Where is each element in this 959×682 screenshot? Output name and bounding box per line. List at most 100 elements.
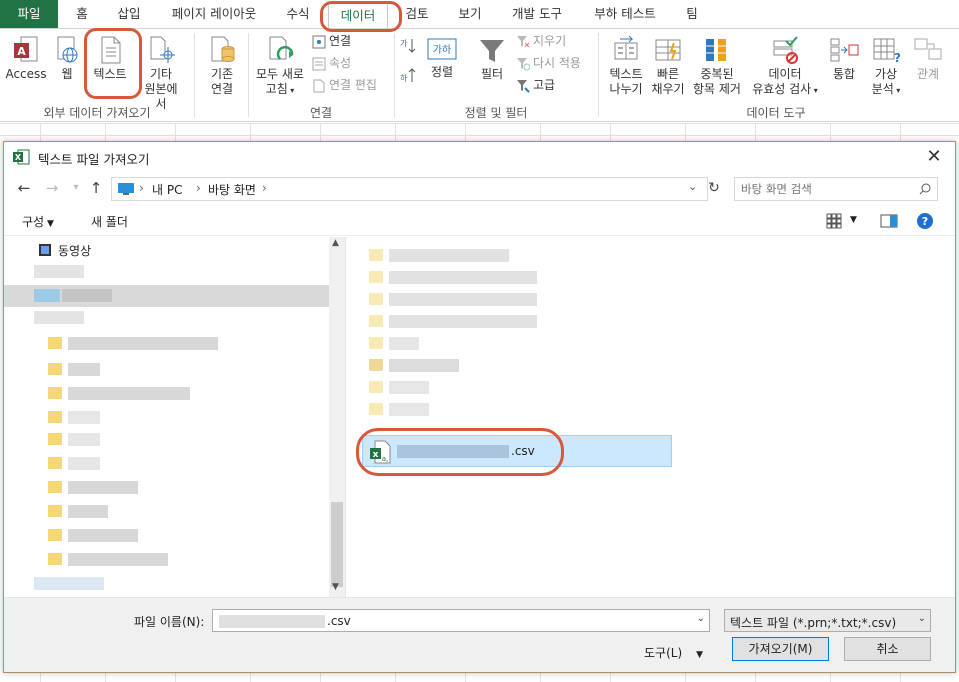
remove-duplicates-button[interactable]: 중복된 항목 제거	[690, 35, 744, 97]
scroll-down-icon[interactable]: ▼	[332, 582, 339, 592]
tab-insert[interactable]: 삽입	[108, 0, 150, 28]
back-arrow-icon[interactable]: ←	[14, 178, 34, 198]
data-validation-button[interactable]: 데이터 유효성 검사 ▾	[746, 35, 824, 98]
what-if-analysis-icon: ?	[873, 38, 901, 65]
access-button[interactable]: A Access	[4, 35, 48, 82]
dialog-title: 텍스트 파일 가져오기	[38, 152, 150, 167]
filetype-select[interactable]: 텍스트 파일 (*.prn;*.txt;*.csv) ⌄	[724, 609, 931, 632]
folder-icon	[48, 481, 62, 493]
tab-data[interactable]: 데이터	[328, 2, 388, 29]
folder-icon	[48, 337, 62, 349]
svg-text:가: 가	[400, 39, 408, 48]
web-button[interactable]: 웹	[50, 35, 84, 82]
cancel-button[interactable]: 취소	[844, 637, 931, 661]
nav-scrollbar-thumb[interactable]	[331, 502, 343, 587]
sort-desc-button[interactable]: 하	[398, 67, 418, 89]
existing-connections-icon	[211, 36, 235, 62]
navigation-pane: 동영상 ▲ ▼	[4, 237, 346, 597]
edit-links-button[interactable]: 연결 편집	[312, 75, 377, 95]
breadcrumb-my-pc[interactable]: 내 PC	[152, 181, 182, 198]
flash-fill-button[interactable]: 빠른 채우기	[648, 35, 688, 97]
group-separator	[598, 33, 599, 117]
tab-file[interactable]: 파일	[0, 0, 58, 28]
tools-button[interactable]: 도구(L) ▼	[644, 644, 703, 661]
folder-icon	[48, 363, 62, 375]
recent-dropdown-icon[interactable]: ▾	[66, 178, 86, 198]
folder-icon	[369, 359, 383, 371]
other-sources-button[interactable]: 기타 원본에서	[140, 35, 182, 112]
what-if-analysis-button[interactable]: ? 가상 분석 ▾	[866, 35, 906, 98]
filter-button[interactable]: 필터	[474, 37, 510, 82]
view-options-icon[interactable]	[826, 213, 842, 229]
text-to-columns-button[interactable]: 텍스트 나누기	[604, 35, 648, 97]
sort-button[interactable]: 가하 정렬	[424, 37, 460, 80]
blurred-item	[68, 505, 108, 518]
tab-team[interactable]: 팀	[676, 0, 708, 28]
videos-icon	[39, 244, 51, 256]
connections-button[interactable]: 연결	[312, 31, 351, 51]
tab-view[interactable]: 보기	[450, 0, 490, 28]
blurred-item	[389, 315, 537, 328]
selected-csv-file[interactable]: x a, .csv	[362, 435, 672, 467]
tab-load-test[interactable]: 부하 테스트	[585, 0, 665, 28]
folder-icon	[369, 315, 383, 327]
address-dropdown-icon[interactable]: ⌄	[688, 180, 697, 193]
group-separator	[194, 33, 195, 117]
filename-value: .csv	[327, 614, 351, 628]
consolidate-button[interactable]: 통합	[826, 35, 862, 82]
close-icon[interactable]: ✕	[923, 146, 945, 168]
reapply-button[interactable]: 다시 적용	[516, 53, 581, 73]
relationships-button[interactable]: 관계	[910, 35, 946, 82]
forward-arrow-icon[interactable]: →	[42, 178, 62, 198]
organize-button[interactable]: 구성 ▼	[22, 213, 54, 230]
preview-pane-icon[interactable]	[880, 213, 898, 229]
tab-developer[interactable]: 개발 도구	[505, 0, 569, 28]
open-button[interactable]: 가져오기(M)	[732, 637, 829, 661]
group-label-external-data: 외부 데이터 가져오기	[43, 106, 151, 120]
help-icon[interactable]: ?	[916, 212, 934, 230]
tab-review[interactable]: 검토	[398, 0, 436, 28]
folder-icon	[369, 271, 383, 283]
refresh-icon[interactable]: ↻	[704, 178, 724, 198]
from-text-button[interactable]: 텍스트	[88, 35, 132, 82]
import-text-file-dialog: X 텍스트 파일 가져오기 ✕ ← → ▾ ↑ › 내 PC › 바탕 화면 ›…	[3, 141, 956, 673]
properties-icon	[312, 57, 326, 70]
blurred-item	[68, 529, 138, 542]
search-box[interactable]	[734, 177, 938, 201]
sort-asc-button[interactable]: 가	[398, 37, 418, 59]
dialog-toolbar: 구성 ▼ 새 폴더 ▼ ?	[4, 206, 955, 236]
search-input[interactable]	[741, 181, 911, 197]
refresh-all-button[interactable]: 모두 새로 고침 ▾	[252, 35, 308, 98]
folder-icon	[369, 249, 383, 261]
relationships-icon	[914, 38, 942, 60]
csv-file-icon: x a,	[370, 440, 391, 464]
sort-asc-icon: 가	[400, 39, 416, 53]
svg-text:X: X	[15, 153, 22, 162]
scroll-up-icon[interactable]: ▲	[332, 238, 339, 248]
new-folder-button[interactable]: 새 폴더	[91, 213, 128, 230]
blurred-item	[68, 457, 100, 470]
properties-button[interactable]: 속성	[312, 53, 351, 73]
blurred-item	[389, 359, 459, 372]
folder-icon	[369, 337, 383, 349]
svg-text:x: x	[373, 450, 379, 460]
up-arrow-icon[interactable]: ↑	[86, 178, 106, 198]
blurred-item	[68, 481, 138, 494]
existing-connections-button[interactable]: 기존 연결	[200, 35, 244, 97]
view-dropdown-icon[interactable]: ▼	[850, 215, 857, 225]
nav-item-videos[interactable]: 동영상	[58, 242, 91, 259]
tab-page-layout[interactable]: 페이지 레이아웃	[163, 0, 265, 28]
chevron-down-icon[interactable]: ⌄	[918, 613, 926, 624]
breadcrumb-desktop[interactable]: 바탕 화면	[208, 181, 256, 198]
other-sources-label-1: 기타	[149, 67, 173, 81]
chevron-down-icon[interactable]: ⌄	[697, 613, 705, 624]
access-icon: A	[14, 36, 38, 62]
advanced-filter-button[interactable]: 고급	[516, 75, 555, 95]
tab-home[interactable]: 홈	[66, 0, 98, 28]
clear-filter-button[interactable]: 지우기	[516, 31, 566, 51]
tab-formulas[interactable]: 수식	[280, 0, 316, 28]
filename-input[interactable]: .csv ⌄	[212, 609, 710, 632]
svg-text:?: ?	[894, 51, 901, 65]
blurred-item	[34, 289, 60, 302]
address-bar[interactable]: › 내 PC › 바탕 화면 › ⌄	[111, 177, 708, 201]
